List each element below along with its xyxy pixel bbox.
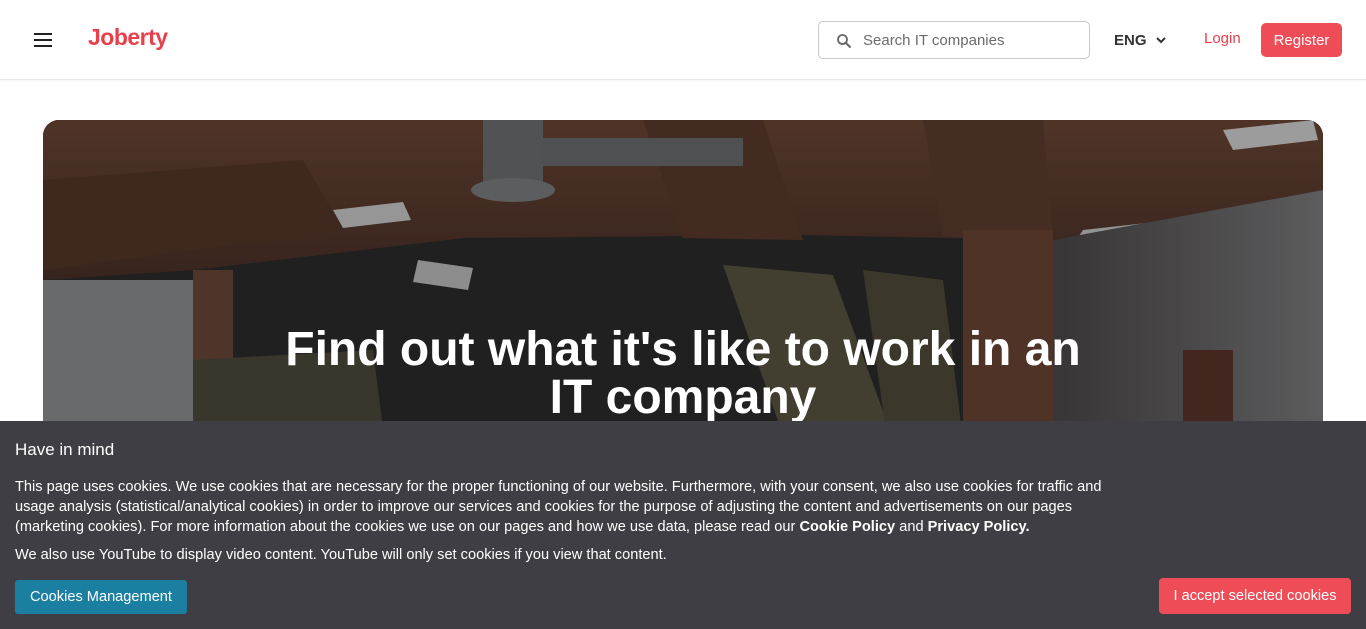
hero-title: Find out what it's like to work in an IT… — [285, 323, 1081, 424]
search-input[interactable] — [863, 22, 1083, 58]
site-header: Joberty ENG Login Register — [0, 0, 1366, 80]
chevron-down-icon — [1155, 37, 1166, 44]
language-label: ENG — [1114, 31, 1147, 49]
search-icon — [837, 34, 851, 48]
privacy-policy-link[interactable]: Privacy Policy. — [928, 519, 1030, 535]
cookie-youtube-note: We also use YouTube to display video con… — [15, 547, 667, 563]
accept-cookies-button[interactable]: I accept selected cookies — [1159, 578, 1351, 614]
language-selector[interactable]: ENG — [1114, 30, 1167, 50]
site-logo[interactable]: Joberty — [88, 24, 168, 51]
search-box[interactable] — [818, 21, 1090, 59]
cookies-management-button[interactable]: Cookies Management — [15, 580, 187, 614]
login-link[interactable]: Login — [1204, 30, 1241, 47]
cookie-description: This page uses cookies. We use cookies t… — [15, 477, 1115, 537]
cookie-and-text: and — [895, 519, 928, 535]
menu-icon-bar — [34, 45, 52, 47]
menu-icon-bar — [34, 33, 52, 35]
menu-icon[interactable] — [33, 31, 55, 49]
cookie-policy-link[interactable]: Cookie Policy — [799, 519, 895, 535]
cookie-banner: Have in mind This page uses cookies. We … — [0, 421, 1366, 629]
menu-icon-bar — [34, 39, 52, 41]
cookie-heading: Have in mind — [15, 440, 115, 459]
register-button[interactable]: Register — [1261, 23, 1342, 57]
